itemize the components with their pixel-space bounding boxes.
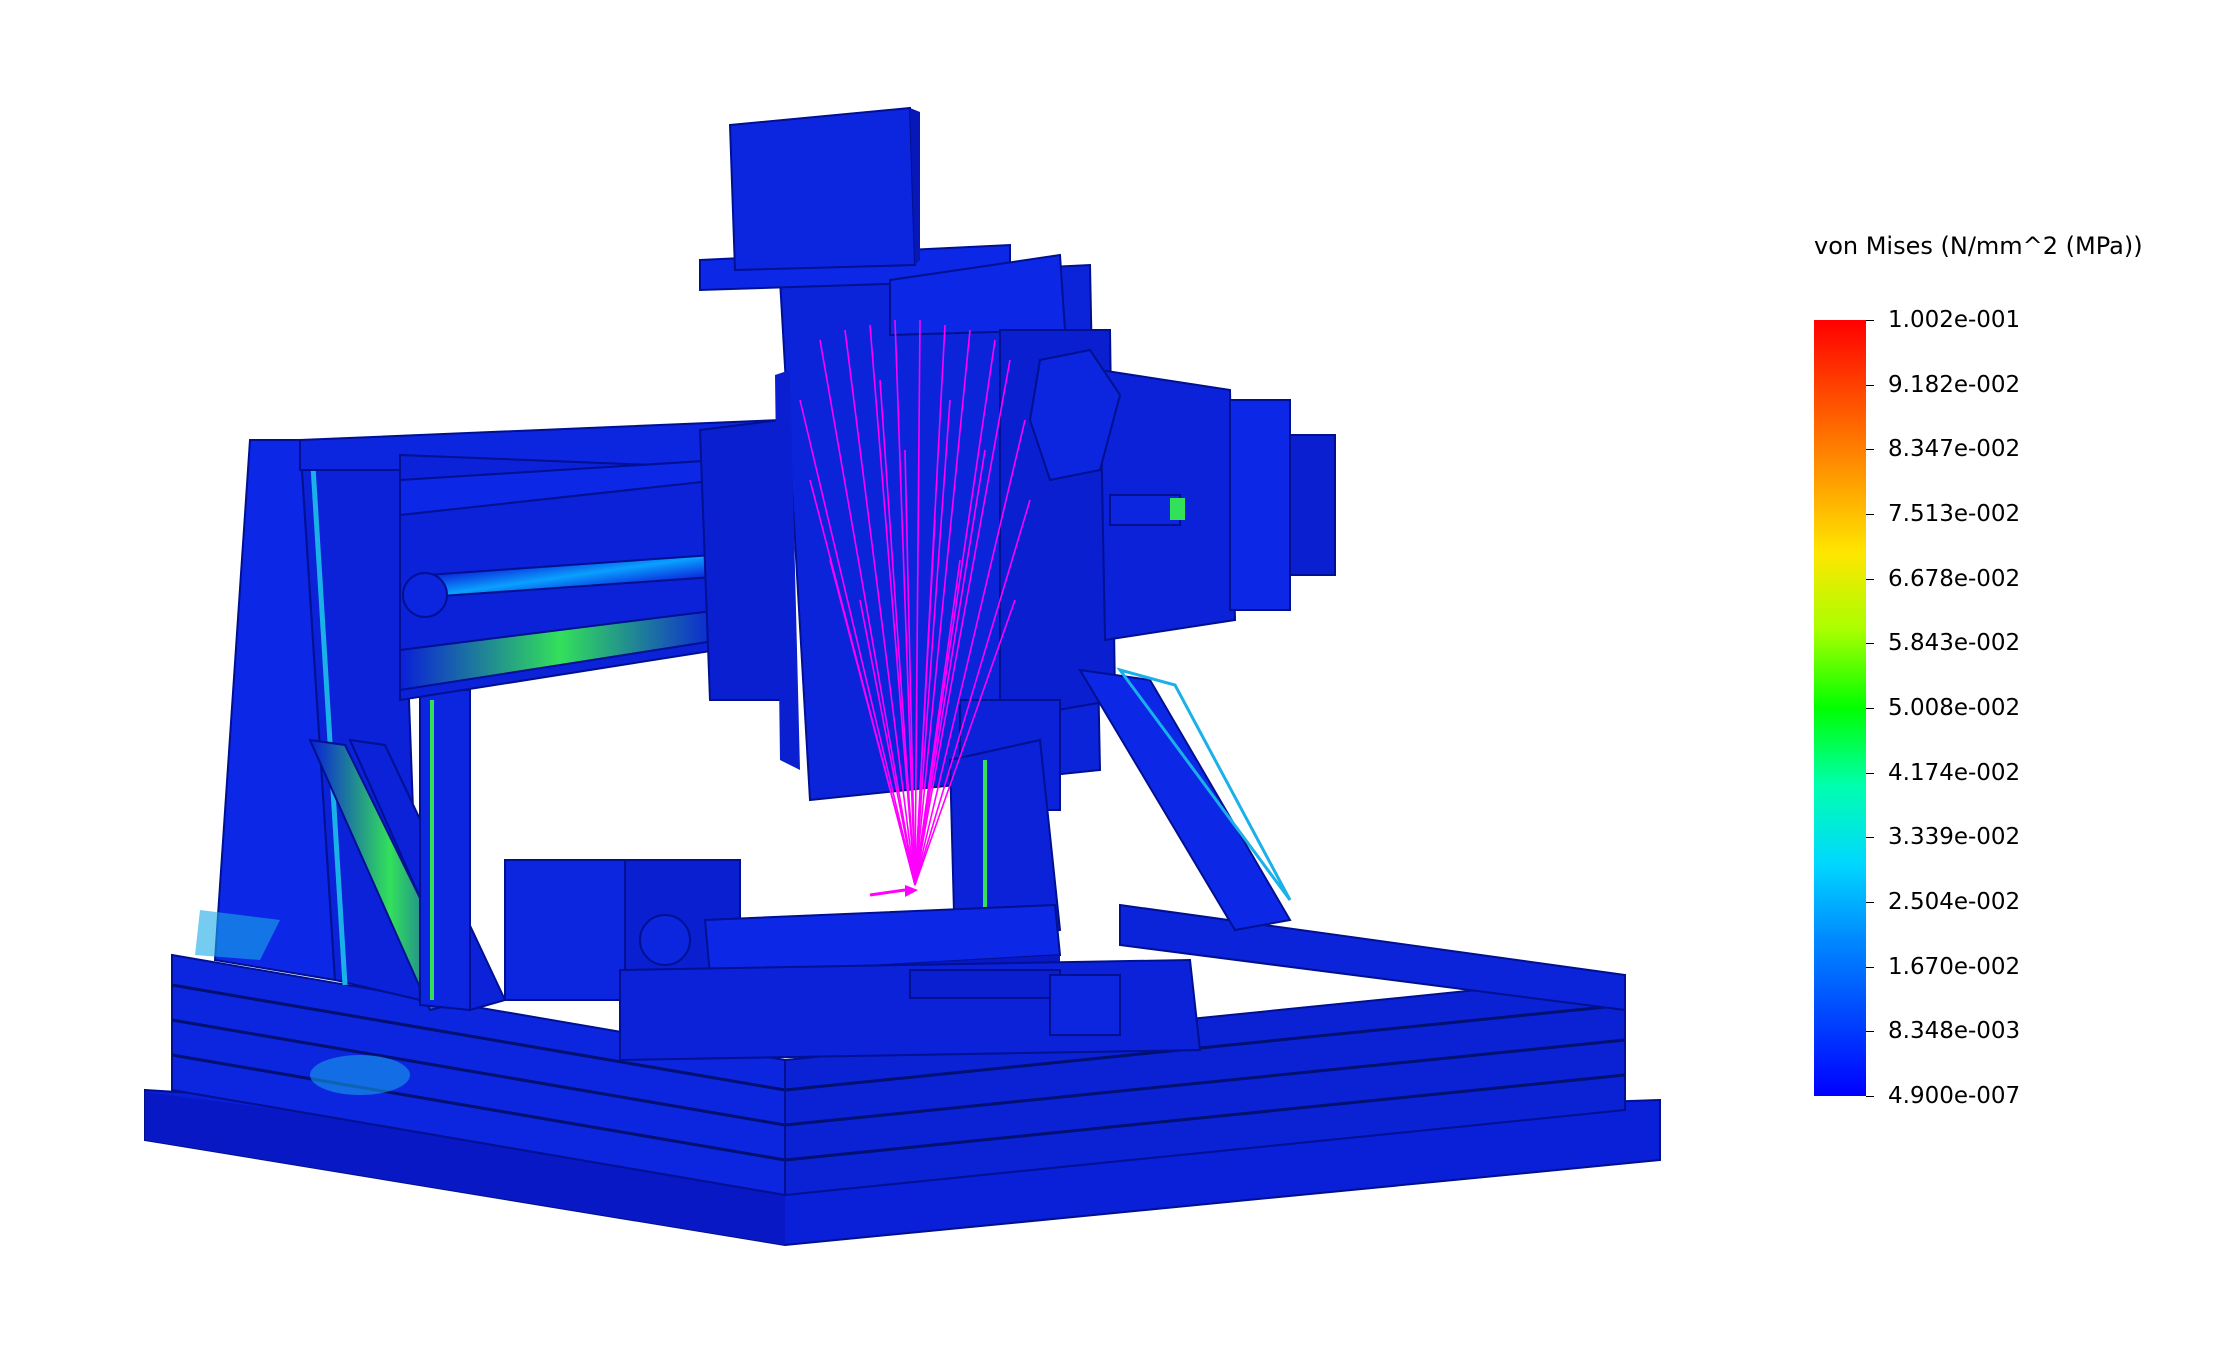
legend-tick-label: 1.670e-002 <box>1888 953 2021 980</box>
legend-tick-label: 7.513e-002 <box>1888 501 2021 527</box>
legend-tick-label: 2.504e-002 <box>1888 889 2021 915</box>
color-scale-bar <box>1814 320 1866 1096</box>
legend-tick-label: 1.002e-001 <box>1888 307 2021 333</box>
legend-tick-mark <box>1866 966 1874 968</box>
legend-tick-mark <box>1866 1031 1874 1033</box>
legend-tick-mark <box>1866 772 1874 774</box>
legend-tick-label: 8.348e-003 <box>1888 1018 2021 1045</box>
legend-tick-mark <box>1866 643 1874 645</box>
legend-title: von Mises (N/mm^2 (MPa)) <box>1814 232 2143 260</box>
legend-tick-mark <box>1866 449 1874 451</box>
legend-tick-mark <box>1866 578 1874 580</box>
legend-tick-label: 6.678e-002 <box>1888 565 2021 592</box>
legend-tick-mark <box>1866 837 1874 839</box>
legend-tick-mark <box>1866 708 1874 709</box>
legend-tick-label: 3.339e-002 <box>1888 824 2021 851</box>
legend-tick-label: 5.008e-002 <box>1888 695 2021 721</box>
right-side-rail <box>1119 903 1626 1012</box>
legend-tick-label: 9.182e-002 <box>1888 371 2021 398</box>
legend-tick-label: 5.843e-002 <box>1888 630 2021 657</box>
legend-tick-mark <box>1866 1096 1874 1097</box>
legend-tick-mark <box>1866 514 1874 515</box>
legend-tick-label: 8.347e-002 <box>1888 436 2021 463</box>
stress-legend: von Mises (N/mm^2 (MPa)) 1.002e-001 9.182… <box>1800 232 2200 1112</box>
legend-tick-label: 4.174e-002 <box>1888 759 2021 786</box>
legend-tick-mark <box>1866 320 1874 321</box>
legend-tick-label: 4.900e-007 <box>1888 1083 2021 1109</box>
legend-tick-mark <box>1866 902 1874 903</box>
z-stepper-motor <box>699 106 1011 292</box>
legend-tick-mark <box>1866 384 1874 386</box>
